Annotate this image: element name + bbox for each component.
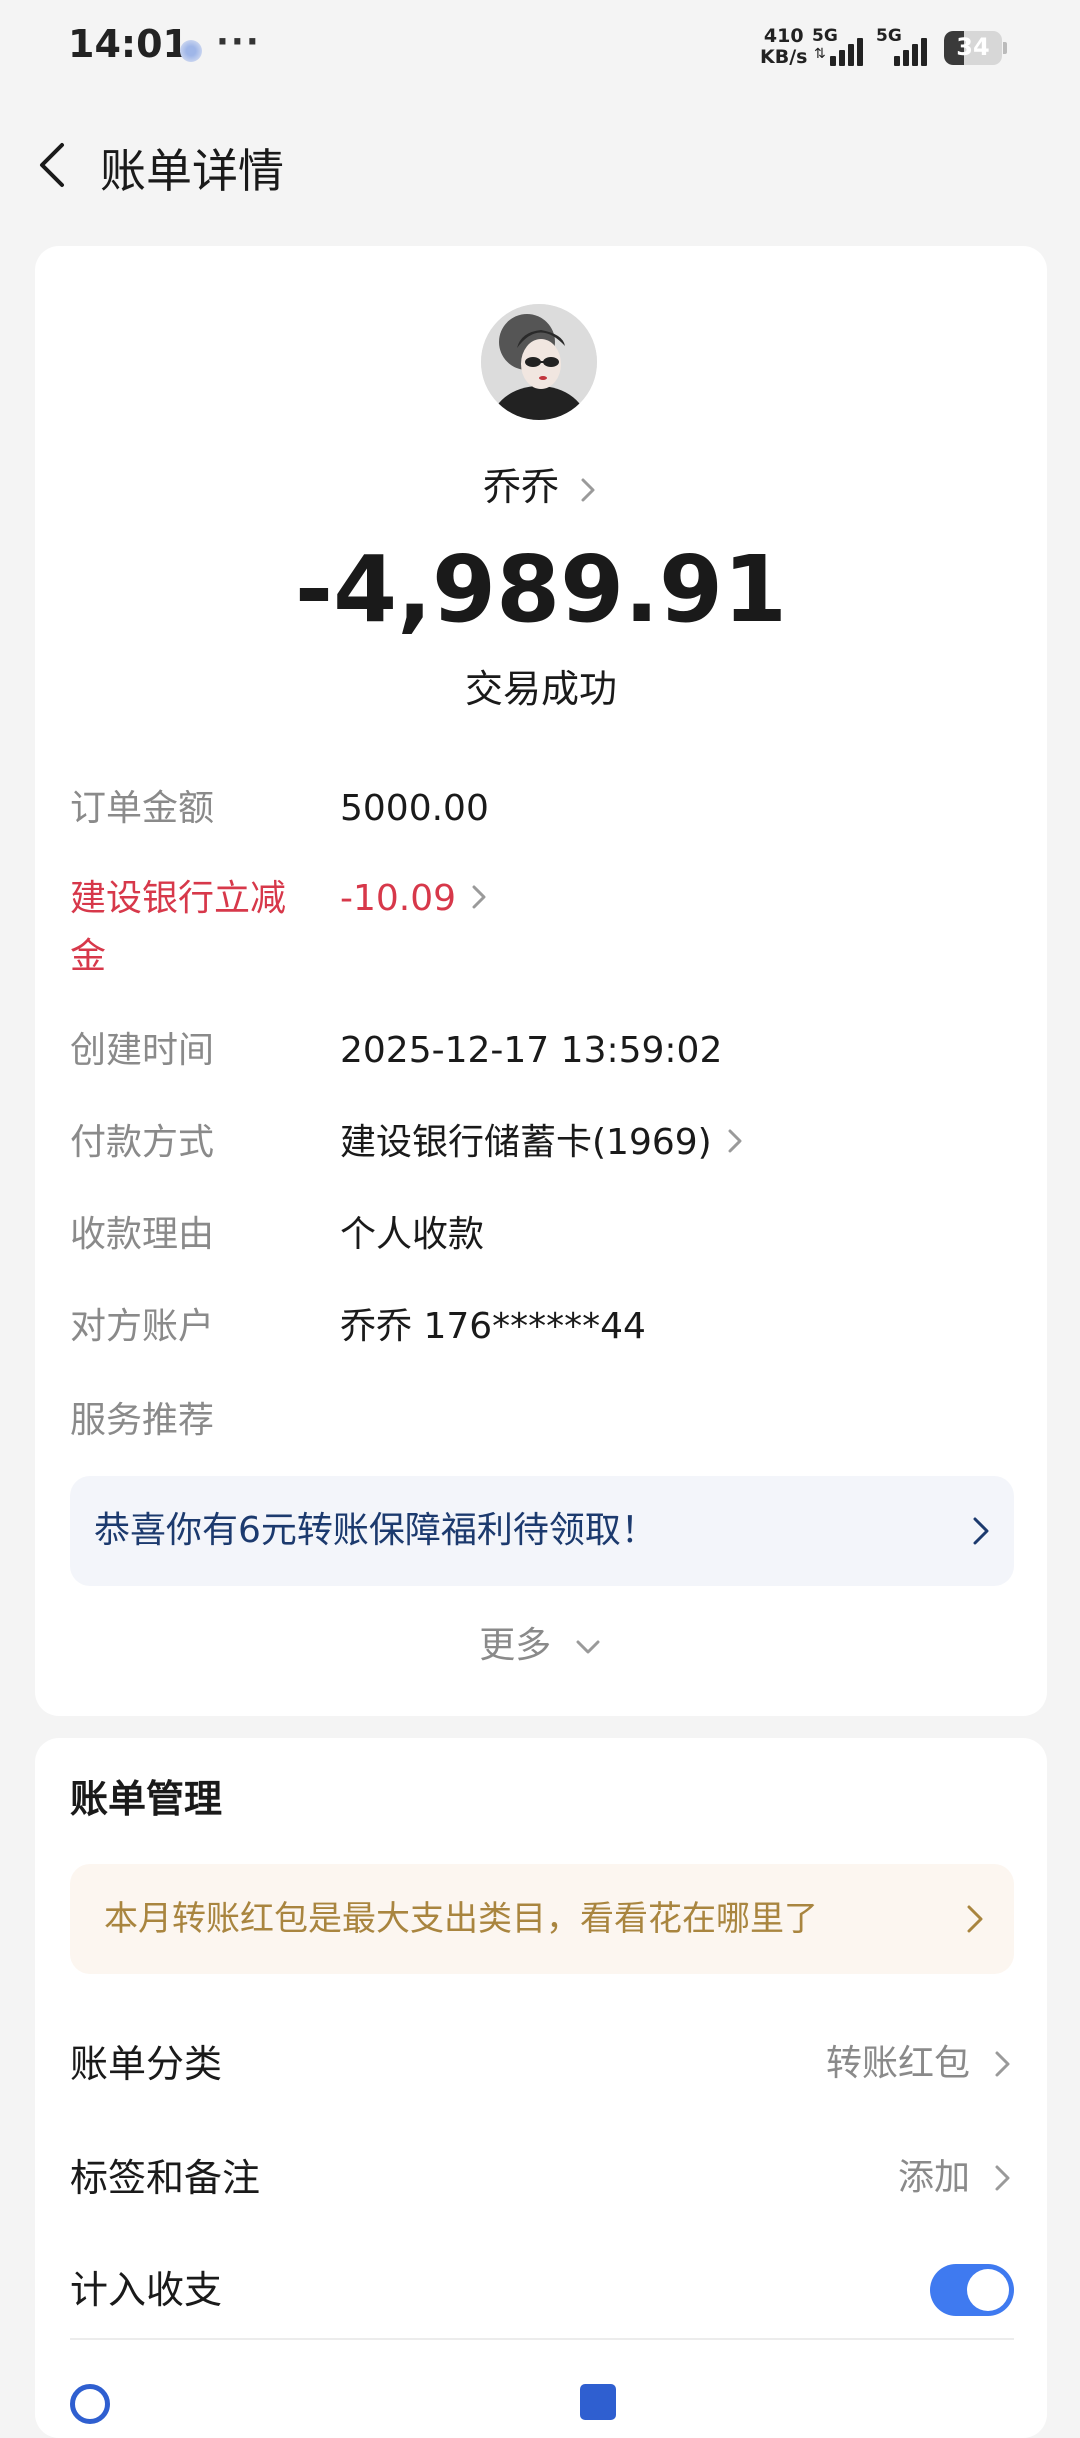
chevron-right-icon — [581, 478, 595, 501]
tags-notes-row[interactable]: 标签和备注 添加 — [70, 2138, 1014, 2218]
payment-method-wrap: 建设银行储蓄卡(1969) — [340, 1114, 746, 1172]
payee-name: 乔乔 — [482, 465, 559, 509]
signal-5g-icon: 5G ⇅ — [812, 26, 868, 68]
status-bar: 14:01 ··· 410 KB/s 5G ⇅ 5G 34 — [0, 0, 1080, 100]
detail-label: 订单金额 — [70, 788, 215, 829]
battery-percent: 34 — [956, 33, 990, 61]
detail-label: 收款理由 — [70, 1214, 215, 1255]
signal-bar — [921, 38, 927, 66]
network-speed-unit: KB/s — [760, 46, 808, 68]
detail-label: 付款方式 — [70, 1122, 215, 1163]
toggle-knob — [967, 2269, 1009, 2311]
row-label: 标签和备注 — [70, 2156, 261, 2200]
option-square-icon[interactable] — [580, 2384, 616, 2420]
signal-bar — [830, 56, 836, 66]
status-time: 14:01 — [68, 22, 189, 66]
chevron-right-icon — [973, 1517, 989, 1545]
promo-text: 恭喜你有6元转账保障福利待领取！ — [94, 1510, 657, 1551]
detail-value: 个人收款 — [340, 1214, 485, 1255]
signal-bar — [912, 44, 918, 66]
divider — [70, 2338, 1014, 2340]
row-value: 转账红包 — [825, 2043, 970, 2084]
detail-label: 对方账户 — [70, 1306, 215, 1347]
discount-value-wrap: -10.09 — [340, 870, 490, 928]
chevron-right-icon — [728, 1129, 742, 1153]
battery-tip — [1003, 42, 1007, 54]
back-arrow-icon — [40, 143, 64, 187]
detail-value: -10.09 — [340, 878, 457, 919]
spending-tip-banner[interactable]: 本月转账红包是最大支出类目，看看花在哪里了 — [70, 1864, 1014, 1974]
more-button[interactable]: 更多 — [35, 1616, 1047, 1668]
promo-banner[interactable]: 恭喜你有6元转账保障福利待领取！ — [70, 1476, 1014, 1586]
back-button[interactable] — [24, 135, 84, 195]
chevron-right-icon — [995, 2051, 1010, 2077]
signal-bar — [894, 56, 900, 66]
transaction-card: 乔乔 -4,989.91 交易成功 订单金额 5000.00 建设银行立减金 -… — [35, 246, 1047, 1716]
chevron-right-icon — [995, 2165, 1010, 2191]
signal-5g-icon: 5G — [876, 26, 932, 68]
partial-options-row — [70, 2366, 1014, 2424]
more-label: 更多 — [479, 1625, 552, 1666]
chevron-down-icon — [576, 1640, 600, 1654]
row-value: 添加 — [897, 2157, 970, 2198]
notification-dot-icon — [180, 40, 202, 62]
chevron-right-icon — [967, 1905, 983, 1933]
network-speed: 410 KB/s — [760, 26, 807, 68]
row-label: 计入收支 — [70, 2268, 223, 2312]
signal-bar — [848, 44, 854, 66]
signal-bar — [839, 50, 845, 66]
row-label: 账单分类 — [70, 2042, 223, 2086]
battery-icon: 34 — [944, 31, 1002, 65]
network-speed-value: 410 — [763, 25, 804, 47]
count-in-balance-toggle[interactable] — [930, 2264, 1014, 2316]
page-title: 账单详情 — [100, 144, 284, 198]
detail-label: 服务推荐 — [70, 1400, 215, 1441]
chevron-right-icon — [472, 885, 486, 909]
data-arrows-icon: ⇅ — [814, 46, 826, 62]
detail-value: 乔乔 176******44 — [340, 1306, 646, 1347]
signal-label: 5G — [876, 26, 902, 46]
avatar-image — [481, 304, 597, 420]
signal-bar — [903, 50, 909, 66]
bill-category-row[interactable]: 账单分类 转账红包 — [70, 2024, 1014, 2104]
avatar[interactable] — [481, 304, 597, 420]
payee-link[interactable]: 乔乔 — [35, 456, 1047, 511]
section-title: 账单管理 — [70, 1777, 223, 1821]
detail-value: 5000.00 — [340, 788, 489, 829]
detail-value: 2025-12-17 13:59:02 — [340, 1030, 723, 1071]
detail-label: 建设银行立减金 — [70, 878, 287, 977]
detail-label: 创建时间 — [70, 1030, 215, 1071]
tip-text: 本月转账红包是最大支出类目，看看花在哪里了 — [104, 1899, 818, 1939]
status-more-icon: ··· — [216, 22, 261, 62]
signal-label: 5G — [812, 26, 838, 46]
count-in-balance-row: 计入收支 — [70, 2250, 1014, 2330]
signal-bar — [857, 38, 863, 66]
detail-value: 建设银行储蓄卡(1969) — [340, 1122, 712, 1163]
bill-management-card: 账单管理 本月转账红包是最大支出类目，看看花在哪里了 账单分类 转账红包 标签和… — [35, 1738, 1047, 2438]
transaction-status: 交易成功 — [464, 667, 617, 711]
nav-bar: 账单详情 — [0, 115, 1080, 215]
transaction-amount: -4,989.91 — [294, 536, 788, 643]
option-radio-icon[interactable] — [70, 2384, 110, 2424]
